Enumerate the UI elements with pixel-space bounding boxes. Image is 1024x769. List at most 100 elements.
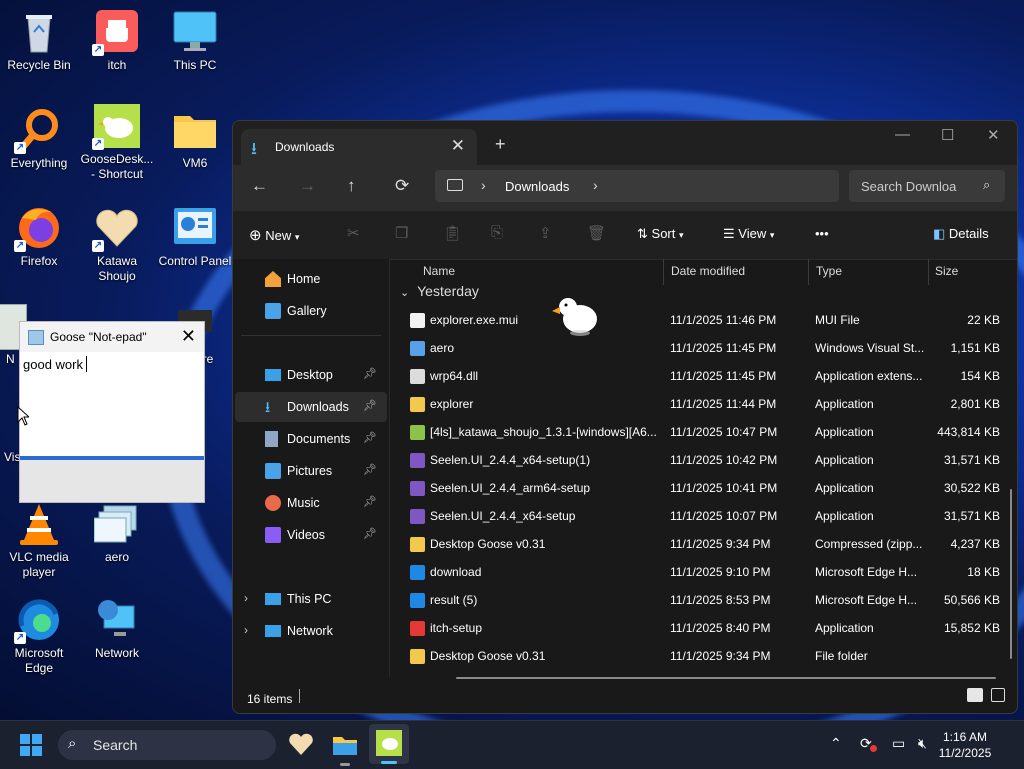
cut-icon[interactable]: ✂ [347,224,360,242]
desktop-icon-goosedesktop[interactable]: ↗ GooseDesk... - Shortcut [79,104,155,182]
nav-item-home[interactable]: Home [235,264,387,294]
desktop-icon-aero[interactable]: aero [79,502,155,565]
desktop-icon-this-pc[interactable]: This PC [157,10,233,73]
breadcrumb[interactable]: Downloads [505,179,569,194]
desktop-icon-itch[interactable]: ↗ itch [79,10,155,73]
update-icon[interactable]: ⟳ [860,735,877,752]
pin-icon[interactable]: 📌︎ [363,367,377,380]
taskbar-katawa-shoujo-icon[interactable] [288,731,314,760]
view-button[interactable]: ☰ View ▾ [723,226,774,242]
column-divider[interactable] [808,259,809,285]
column-name[interactable]: Name [423,264,455,278]
close-tab-icon[interactable]: ✕ [451,136,465,156]
close-window-button[interactable]: ✕ [987,126,1000,144]
tiles-view-icon[interactable] [991,688,1005,702]
nav-item-network[interactable]: › Network [235,616,387,646]
goose-notepad-textarea[interactable]: good work [20,352,204,456]
forward-arrow-icon[interactable]: → [299,176,316,196]
file-date: 11/1/2025 11:45 PM [670,341,777,355]
desktop-icon-vlc[interactable]: VLC media player [1,502,77,580]
rename-icon[interactable]: ⎘ [491,224,503,241]
file-row[interactable]: result (5) 11/1/2025 8:53 PM Microsoft Edg… [390,587,1017,615]
goose-notepad-window[interactable]: Goose "Not-epad" ✕ good work [19,321,205,503]
desktop-icon-everything[interactable]: ↗ Everything [1,108,77,171]
back-arrow-icon[interactable]: ← [251,176,268,196]
paste-icon[interactable]: 📋︎ [443,224,462,242]
start-windows-icon[interactable] [20,734,42,756]
column-divider[interactable] [663,259,664,285]
explorer-titlebar[interactable]: ⭳ Downloads ✕ + — ☐ ✕ [233,121,1017,165]
sort-button[interactable]: ⇅ Sort ▾ [637,226,684,242]
desktop-icon-recycle-bin[interactable]: Recycle Bin [1,10,77,73]
pin-icon[interactable]: 📌︎ [363,527,377,540]
file-row[interactable]: Seelen.UI_2.4.4_arm64-setup 11/1/2025 10:… [390,475,1017,503]
column-divider[interactable] [928,259,929,285]
file-row[interactable]: explorer 11/1/2025 11:44 PM Application 2,8… [390,391,1017,419]
file-row[interactable]: download 11/1/2025 9:10 PM Microsoft Edge … [390,559,1017,587]
file-row[interactable]: explorer.exe.mui 11/1/2025 11:46 PM MUI Fi… [390,307,1017,335]
tab-downloads[interactable]: ⭳ Downloads ✕ [241,129,477,165]
nav-item-gallery[interactable]: Gallery [235,296,387,326]
nav-item-downloads[interactable]: ⭳ Downloads 📌︎ [235,392,387,422]
file-row[interactable]: aero 11/1/2025 11:45 PM Windows Visual St.… [390,335,1017,363]
maximize-button[interactable]: ☐ [941,126,954,144]
pin-icon[interactable]: 📌︎ [363,495,377,508]
up-arrow-icon[interactable]: ↑ [347,176,356,196]
goose-notepad-titlebar[interactable]: Goose "Not-epad" ✕ [20,322,204,352]
refresh-icon[interactable]: ⟳ [395,176,409,196]
file-row[interactable]: [4ls]_katawa_shoujo_1.3.1-[windows][A6..… [390,419,1017,447]
pin-icon[interactable]: 📌︎ [363,463,377,476]
taskbar-goose-app[interactable] [369,724,409,764]
clock-date: 11/2/2025 [938,746,992,760]
desktop-icon-vm6[interactable]: VM6 [157,108,233,171]
nav-item-music[interactable]: Music 📌︎ [235,488,387,518]
desktop-icon-edge[interactable]: ↗ Microsoft Edge [1,598,77,676]
details-button[interactable]: ◧ Details [933,226,989,242]
file-row[interactable]: Seelen.UI_2.4.4_x64-setup(1) 11/1/2025 10… [390,447,1017,475]
file-row[interactable]: Desktop Goose v0.31 11/1/2025 9:34 PM Comp… [390,531,1017,559]
desktop-icon-control-panel[interactable]: Control Panel [157,206,233,269]
desktop-icon-network[interactable]: Network [79,598,155,661]
new-button[interactable]: ⊕ New ▾ [249,226,299,244]
chevron-right-icon[interactable]: › [481,177,486,193]
taskbar-search[interactable]: ⌕ Search [58,730,276,760]
volume-muted-icon[interactable]: 🔇︎ [918,735,927,752]
new-tab-button[interactable]: + [495,134,506,155]
taskbar-file-explorer-icon[interactable] [332,733,358,766]
share-icon[interactable]: ⇪ [539,224,552,242]
vertical-scrollbar[interactable] [1010,489,1012,659]
more-options-icon[interactable]: ••• [815,226,829,241]
show-desktop-strip[interactable] [1018,721,1024,769]
address-bar[interactable]: › Downloads › [435,170,839,202]
clock[interactable]: 1:16 AM 11/2/2025 [930,729,1000,761]
column-date[interactable]: Date modified [671,264,745,278]
chevron-right-icon[interactable]: › [244,591,248,605]
chevron-right-icon[interactable]: › [593,177,598,193]
close-icon[interactable]: ✕ [181,326,196,347]
minimize-button[interactable]: — [895,126,910,143]
chevron-up-icon[interactable]: ⌃ [830,735,842,752]
nav-item-pictures[interactable]: Pictures 📌︎ [235,456,387,486]
group-header-yesterday[interactable]: ⌄ Yesterday [400,283,479,299]
column-size[interactable]: Size [935,264,958,278]
copy-icon[interactable]: ❐ [395,224,408,242]
chevron-right-icon[interactable]: › [244,623,248,637]
file-row[interactable]: Seelen.UI_2.4.4_x64-setup 11/1/2025 10:07… [390,503,1017,531]
horizontal-scrollbar[interactable] [456,677,996,679]
column-type[interactable]: Type [816,264,842,278]
pin-icon[interactable]: 📌︎ [363,399,377,412]
desktop-icon-katawa-shoujo[interactable]: ↗ Katawa Shoujo [79,206,155,284]
file-row[interactable]: itch-setup 11/1/2025 8:40 PM Application 15… [390,615,1017,643]
network-status-icon[interactable]: ▭ [892,735,905,752]
delete-icon[interactable]: 🗑︎ [587,224,606,242]
search-box[interactable]: Search Downloa ⌕ [849,170,1005,202]
nav-item-desktop[interactable]: Desktop 📌︎ [235,360,387,390]
nav-item-documents[interactable]: Documents 📌︎ [235,424,387,454]
desktop-icon-firefox[interactable]: ↗ Firefox [1,206,77,269]
details-view-icon[interactable] [967,688,983,702]
nav-item-videos[interactable]: Videos 📌︎ [235,520,387,550]
nav-item-this-pc[interactable]: › This PC [235,584,387,614]
file-row[interactable]: Desktop Goose v0.31 11/1/2025 9:34 PM File… [390,643,1017,671]
file-row[interactable]: wrp64.dll 11/1/2025 11:45 PM Application e… [390,363,1017,391]
pin-icon[interactable]: 📌︎ [363,431,377,444]
